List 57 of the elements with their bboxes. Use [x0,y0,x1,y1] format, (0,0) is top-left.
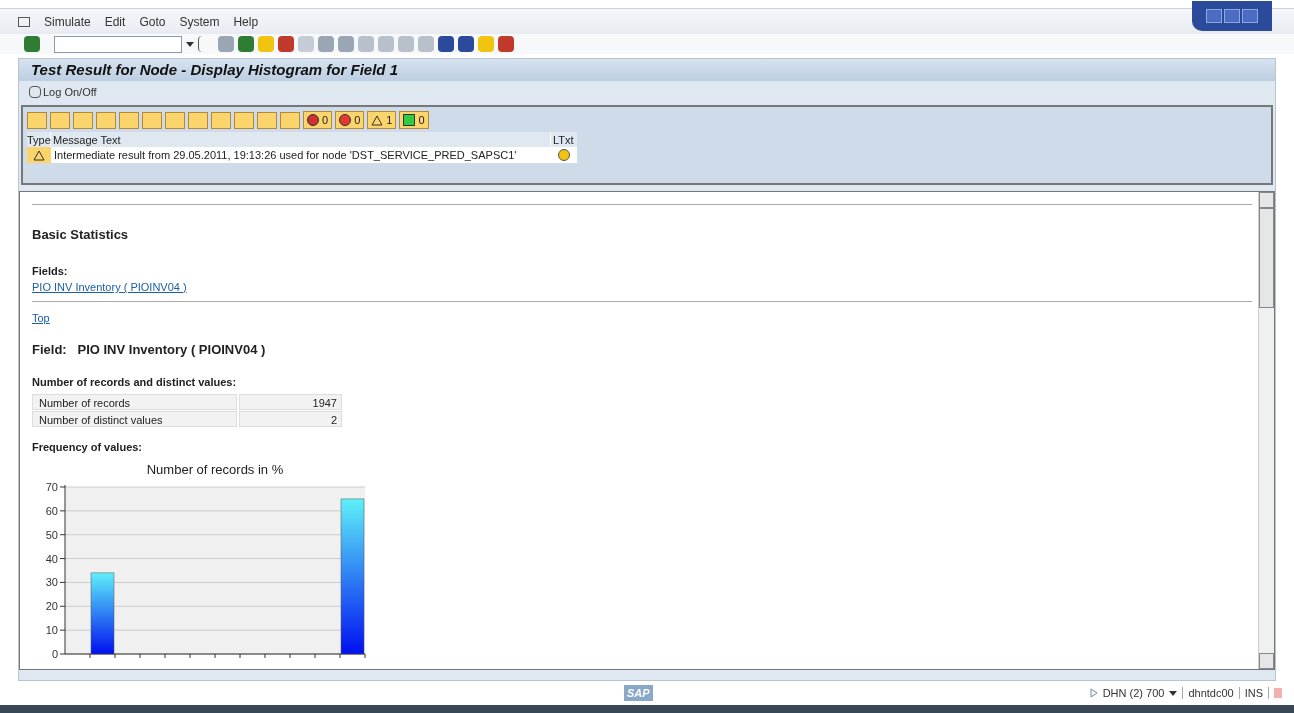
play-icon[interactable] [1089,688,1098,698]
scrollbar[interactable] [1258,192,1274,669]
y-tick-label: 60 [45,504,58,517]
y-tick-label: 50 [45,528,58,541]
square-icon [403,114,416,126]
message-filter-button[interactable]: 0 [399,111,429,129]
y-tick-label: 40 [45,552,58,565]
command-field[interactable] [54,35,182,53]
scroll-down-icon[interactable] [1259,653,1274,669]
system-info: DHN (2) 700 [1102,685,1165,701]
log-button[interactable]: Log On/Off [29,83,97,101]
warning-icon [371,114,384,126]
message-filter-button[interactable]: 1 [367,111,397,129]
input-mode: INS [1244,685,1263,701]
table-cell: Number of distinct values [32,411,237,427]
long-text-cell[interactable] [551,147,577,163]
y-tick-label: 0 [51,648,58,660]
stop-icon [307,114,319,126]
field-link[interactable]: PIO INV Inventory ( PIOINV04 ) [32,279,187,296]
maximize-button[interactable] [1224,9,1240,23]
frequency-label: Frequency of values: [32,440,144,455]
column-header: Type [27,132,51,147]
message-text: Intermediate result from 29.05.2011, 19:13:26 used for node 'DST_SERVICE_PRED_SAPSC1' [51,147,551,163]
chart-title: Number of records in % [145,460,285,479]
menu-item[interactable]: System [179,12,220,31]
message-filter-button[interactable]: 0 [303,111,333,129]
scroll-thumb[interactable] [1259,208,1274,308]
menu-item[interactable]: Edit [104,12,126,31]
minimize-button[interactable] [1206,9,1222,23]
warning-icon [33,149,45,161]
error-icon [339,114,352,126]
field-heading: Field: PIO INV Inventory ( PIOINV04 ) [32,341,267,359]
server-name: dhntdc00 [1188,685,1234,701]
sap-logo: SAP [624,684,653,702]
menu-item[interactable]: Help [233,12,259,31]
column-header: Message Text [51,132,551,147]
y-tick-label: 20 [45,600,58,613]
close-button[interactable] [1242,9,1258,23]
table-cell: 2 [239,411,342,427]
table-cell: 1947 [239,394,342,410]
table-cell: Number of records [32,394,237,410]
screen-title: Test Result for Node - Display Histogram for Field 1 [31,59,398,80]
counts-label: Number of records and distinct values: [32,374,238,390]
fields-label: Fields: [32,263,69,279]
y-tick-label: 10 [45,624,58,637]
y-tick-label: 30 [45,576,58,589]
section-heading: Basic Statistics [32,226,130,244]
window-menu-icon[interactable] [18,16,30,27]
y-tick-label: 70 [45,481,58,493]
column-header: LTxt [551,132,577,147]
menu-item[interactable]: Simulate [44,12,91,31]
dropdown-icon[interactable] [1169,690,1178,696]
dropdown-icon[interactable] [186,41,194,47]
message-filter-button[interactable]: 0 [335,111,365,129]
top-link[interactable]: Top [32,309,50,326]
scroll-up-icon[interactable] [1259,192,1274,208]
menu-item[interactable]: Goto [139,12,166,31]
